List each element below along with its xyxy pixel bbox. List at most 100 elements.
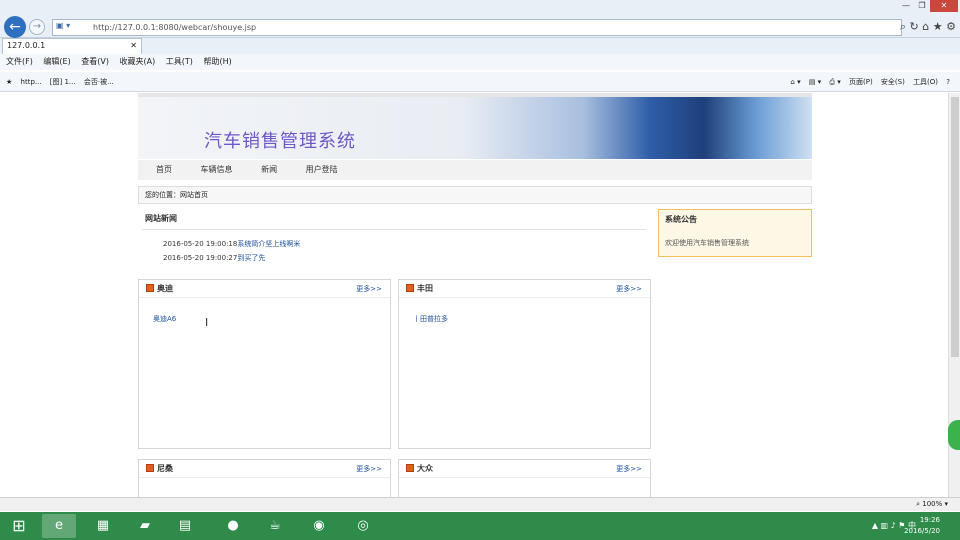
scroll-thumb[interactable] — [951, 97, 959, 357]
car-link[interactable]: 奥迪A6 — [153, 314, 176, 324]
more-link[interactable]: 更多>> — [356, 280, 382, 298]
folder-icon — [146, 284, 154, 292]
safety-menu[interactable]: 安全(S) — [881, 78, 905, 86]
folder-taskbar-icon[interactable]: ▤ — [168, 514, 202, 538]
tools-menu[interactable]: 工具(O) — [913, 78, 938, 86]
gear-icon[interactable]: ⚙ — [946, 20, 956, 33]
menu-tools[interactable]: 工具(T) — [166, 57, 193, 66]
browser-tab[interactable]: 127.0.0.1 ✕ — [2, 38, 142, 54]
tab-close-icon[interactable]: ✕ — [130, 39, 137, 53]
brand-box-audi: 奥迪 更多>> 奥迪A6 — [138, 279, 391, 449]
browser3-taskbar-icon[interactable]: ◎ — [346, 514, 380, 538]
app-taskbar-icon[interactable]: ▦ — [86, 514, 120, 538]
brand-name: 尼桑 — [157, 464, 173, 473]
clock[interactable]: 19:26 2016/5/20 — [904, 515, 940, 537]
more-link[interactable]: 更多>> — [356, 460, 382, 478]
menu-view[interactable]: 查看(V) — [81, 57, 109, 66]
brand-box-toyota: 丰田 更多>> 丨田普拉多 — [398, 279, 651, 449]
favorites-bar: ★ http... [图] 1... 会否·被... ⌂ ▾ ▤ ▾ ⎙ ▾ 页… — [0, 72, 960, 92]
refresh-icon[interactable]: ↻ — [910, 20, 919, 33]
taskbar: ⊞ e ▦ ▰ ▤ ● ☕ ◉ ◎ ▲ ▥ ♪ ⚑ 中 19:26 2016/5… — [0, 512, 960, 540]
menu-favorites[interactable]: 收藏夹(A) — [120, 57, 156, 66]
favorite-link-1[interactable]: http... — [21, 78, 42, 86]
restore-button[interactable]: ❐ — [914, 0, 930, 12]
nav-vehicles[interactable]: 车辆信息 — [201, 165, 233, 174]
nav-login[interactable]: 用户登陆 — [306, 165, 338, 174]
print-icon[interactable]: ⎙ ▾ — [829, 78, 840, 86]
site-title: 汽车销售管理系统 — [204, 131, 356, 152]
news-title: 网站新闻 — [145, 214, 177, 223]
folder-icon — [406, 284, 414, 292]
side-widget-icon[interactable] — [948, 420, 960, 450]
java-taskbar-icon[interactable]: ☕ — [258, 514, 292, 538]
divider — [142, 229, 646, 230]
menu-bar: 文件(F) 编辑(E) 查看(V) 收藏夹(A) 工具(T) 帮助(H) — [0, 54, 960, 70]
brand-header: 大众 更多>> — [399, 460, 650, 478]
brand-box-nissan: 尼桑 更多>> — [138, 459, 391, 497]
clock-date: 2016/5/20 — [904, 527, 940, 535]
menu-edit[interactable]: 编辑(E) — [43, 57, 70, 66]
help-icon[interactable]: ? — [946, 78, 950, 86]
site-banner: 汽车销售管理系统 — [138, 93, 812, 159]
home-menu-icon[interactable]: ⌂ ▾ — [790, 78, 800, 86]
chat-taskbar-icon[interactable]: ● — [216, 514, 250, 538]
favorites-star-icon[interactable]: ★ — [6, 78, 12, 86]
browser-titlebar: ← → http://127.0.0.1:8080/webcar/shouye.… — [0, 0, 960, 38]
brand-header: 奥迪 更多>> — [139, 280, 390, 298]
address-bar[interactable]: http://127.0.0.1:8080/webcar/shouye.jsp — [52, 19, 902, 36]
window-controls: — ❐ ✕ — [898, 0, 958, 12]
start-button[interactable]: ⊞ — [6, 515, 32, 537]
breadcrumb: 您的位置：网站首页 — [138, 186, 812, 204]
feeds-icon[interactable]: ▤ ▾ — [809, 78, 821, 86]
menu-help[interactable]: 帮助(H) — [203, 57, 231, 66]
more-link[interactable]: 更多>> — [616, 460, 642, 478]
notice-panel: 系统公告 欢迎使用汽车销售管理系统 — [658, 209, 812, 257]
clock-time: 19:26 — [919, 516, 940, 524]
news-link[interactable]: 系统简介坚上线啊米 — [237, 240, 300, 248]
browser2-taskbar-icon[interactable]: ◉ — [302, 514, 336, 538]
network-icon[interactable]: ▥ — [881, 521, 889, 530]
tray-arrow-icon[interactable]: ▲ — [872, 521, 878, 530]
more-link[interactable]: 更多>> — [616, 280, 642, 298]
forward-button[interactable]: → — [29, 19, 45, 35]
browser-window: ← → http://127.0.0.1:8080/webcar/shouye.… — [0, 0, 960, 540]
news-date: 2016-05-20 19:00:18 — [163, 240, 238, 248]
news-item[interactable]: 2016-05-20 19:00:27到买了先 — [163, 253, 265, 263]
news-panel: 网站新闻 2016-05-20 19:00:18系统简介坚上线啊米 2016-0… — [138, 209, 650, 279]
folder-icon — [146, 464, 154, 472]
favorite-link-2[interactable]: [图] 1... — [50, 78, 76, 86]
news-item[interactable]: 2016-05-20 19:00:18系统简介坚上线啊米 — [163, 239, 300, 249]
status-bar: ⌕ 100% ▾ — [0, 497, 960, 511]
ie-taskbar-icon[interactable]: e — [42, 514, 76, 538]
zoom-level[interactable]: ⌕ 100% ▾ — [916, 498, 948, 511]
tab-title: 127.0.0.1 — [7, 41, 46, 50]
news-date: 2016-05-20 19:00:27 — [163, 254, 238, 262]
back-button[interactable]: ← — [4, 16, 26, 38]
minimize-button[interactable]: — — [898, 0, 914, 12]
menu-file[interactable]: 文件(F) — [6, 57, 33, 66]
tab-bar: 127.0.0.1 ✕ — [0, 38, 960, 54]
zoom-value: 100% — [922, 500, 943, 508]
browser-tools: ⌕ ↻ ⌂ ★ ⚙ — [900, 20, 956, 34]
book-taskbar-icon[interactable]: ▰ — [128, 514, 162, 538]
page-icon: ▣ ▾ — [56, 21, 71, 30]
news-link[interactable]: 到买了先 — [237, 254, 265, 262]
folder-icon — [406, 464, 414, 472]
favorite-link-3[interactable]: 会否·被... — [84, 78, 114, 86]
brand-header: 丰田 更多>> — [399, 280, 650, 298]
brand-name: 丰田 — [417, 284, 433, 293]
page-menu[interactable]: 页面(P) — [849, 78, 873, 86]
site-nav: 首页 车辆信息 新闻 用户登陆 — [138, 160, 812, 180]
car-link[interactable]: 丨田普拉多 — [413, 314, 448, 324]
home-icon[interactable]: ⌂ — [922, 20, 929, 33]
notice-text: 欢迎使用汽车销售管理系统 — [665, 239, 749, 247]
notice-title: 系统公告 — [665, 215, 697, 224]
brand-name: 大众 — [417, 464, 433, 473]
brand-name: 奥迪 — [157, 284, 173, 293]
search-icon[interactable]: ⌕ — [900, 20, 906, 33]
close-button[interactable]: ✕ — [930, 0, 958, 12]
star-icon[interactable]: ★ — [933, 20, 943, 33]
nav-home[interactable]: 首页 — [156, 165, 172, 174]
volume-icon[interactable]: ♪ — [891, 521, 896, 530]
nav-news[interactable]: 新闻 — [261, 165, 277, 174]
